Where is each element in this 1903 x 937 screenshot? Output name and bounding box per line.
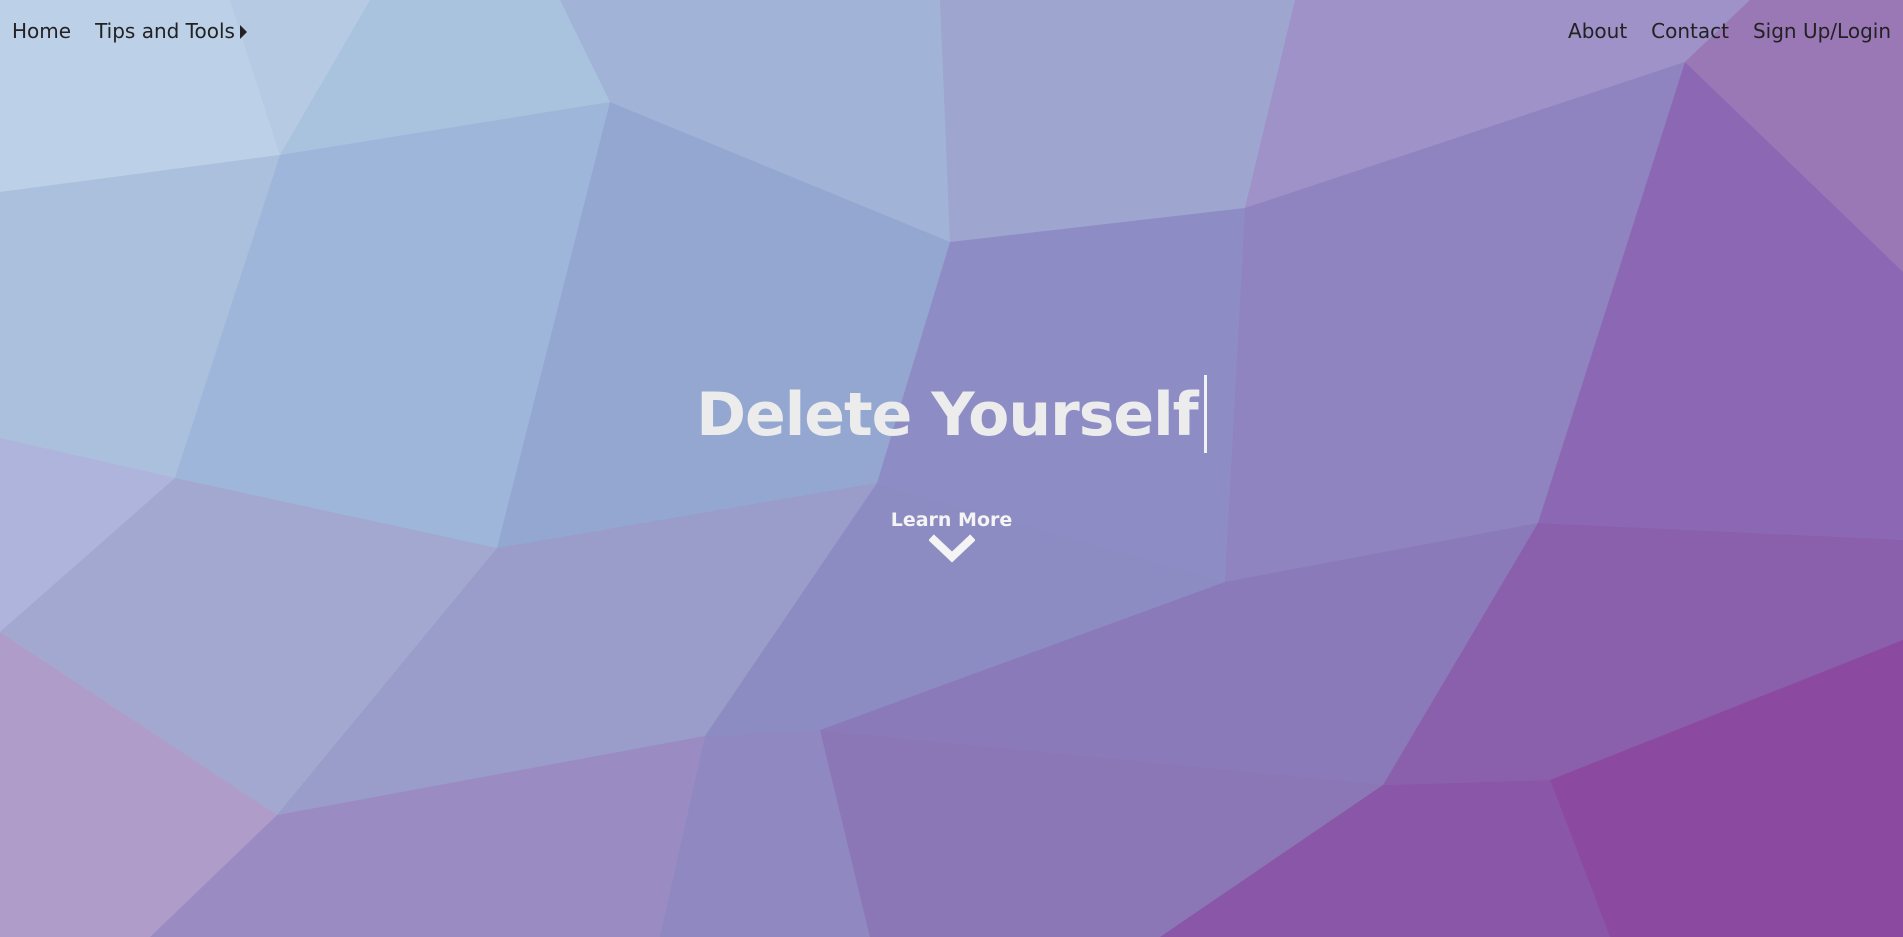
hero-section: Delete Yourself [0,370,1903,460]
learn-more-label: Learn More [890,509,1013,531]
nav-contact-link[interactable]: Contact [1651,19,1729,43]
nav-right-group: About Contact Sign Up/Login [1544,19,1891,43]
chevron-down-icon [928,534,975,563]
hero-title: Delete Yourself [696,370,1207,460]
hero-page: Home Tips and Tools About Contact Sign U… [0,0,1903,937]
top-navigation: Home Tips and Tools About Contact Sign U… [0,0,1903,62]
hero-title-text: Delete Yourself [696,380,1199,450]
nav-tips-tools-link[interactable]: Tips and Tools [95,19,247,43]
learn-more-button[interactable]: Learn More [0,508,1903,568]
nav-left-group: Home Tips and Tools [12,19,271,43]
low-poly-background [0,0,1903,937]
typing-cursor [1203,375,1207,454]
nav-tips-tools-label: Tips and Tools [95,19,235,43]
nav-home-link[interactable]: Home [12,19,71,43]
nav-signup-login-link[interactable]: Sign Up/Login [1753,19,1891,43]
caret-right-icon [239,24,247,39]
nav-about-link[interactable]: About [1568,19,1627,43]
